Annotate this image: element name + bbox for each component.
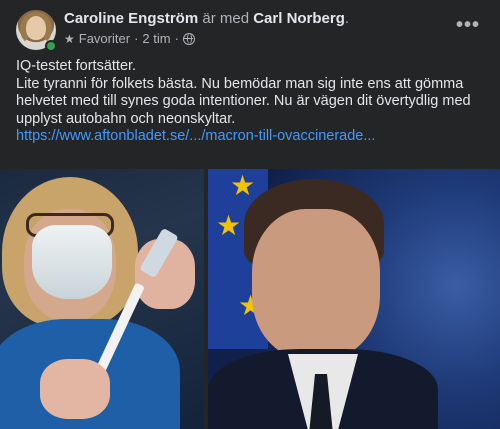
photo-macron[interactable]: ★ ★ ★ bbox=[208, 169, 500, 429]
photo-man-face bbox=[252, 209, 380, 359]
article-link[interactable]: https://www.aftonbladet.se/.../macron-ti… bbox=[16, 128, 488, 146]
photo-hand-lower bbox=[40, 359, 110, 419]
meta-separator-2: · bbox=[174, 31, 179, 46]
globe-icon[interactable] bbox=[182, 33, 195, 45]
post-text-line-2: Lite tyranni för folkets bästa. Nu bemöd… bbox=[16, 75, 471, 127]
post-time[interactable]: 2 tim bbox=[142, 31, 170, 47]
title-period: . bbox=[344, 10, 350, 27]
online-status-indicator bbox=[45, 40, 57, 52]
post-header: Caroline Engström är med Carl Norberg. ★… bbox=[16, 10, 486, 52]
with-text: är med bbox=[198, 10, 254, 27]
post-text-line-1: IQ-testet fortsätter. bbox=[16, 58, 137, 74]
avatar-face bbox=[26, 16, 46, 40]
post-meta: ★ Favoriter · 2 tim · bbox=[64, 31, 195, 47]
post-title-line: Caroline Engström är med Carl Norberg. bbox=[64, 10, 349, 28]
post-images[interactable]: ★ ★ ★ bbox=[0, 169, 500, 429]
photo-nurse-vaccine[interactable] bbox=[0, 169, 204, 429]
post-body: IQ-testet fortsätter. Lite tyranni för f… bbox=[16, 58, 488, 146]
photo-face-mask bbox=[32, 225, 112, 299]
star-icon: ★ bbox=[64, 32, 75, 46]
more-options-icon[interactable]: ••• bbox=[450, 15, 486, 44]
flag-star-icon: ★ bbox=[216, 210, 242, 241]
audience-label[interactable]: Favoriter bbox=[79, 31, 130, 47]
tagged-person[interactable]: Carl Norberg bbox=[253, 10, 345, 27]
flag-star-icon: ★ bbox=[230, 170, 256, 201]
author-name[interactable]: Caroline Engström bbox=[64, 10, 198, 27]
meta-separator: · bbox=[134, 31, 139, 46]
